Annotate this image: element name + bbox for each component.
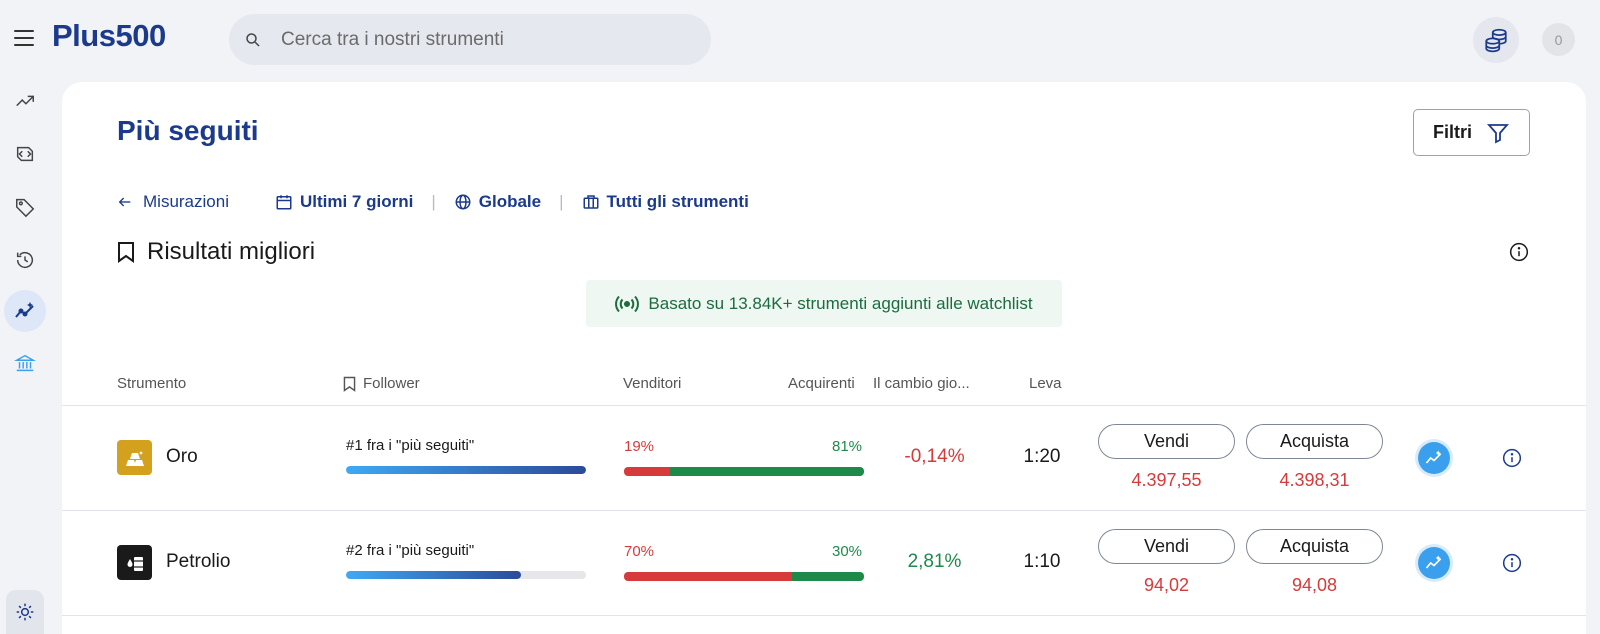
page-title: Più seguiti — [117, 115, 259, 146]
sidebar-item-positions[interactable] — [4, 133, 46, 175]
buy-button[interactable]: Acquista — [1246, 529, 1383, 564]
buy-price: 94,08 — [1291, 575, 1338, 595]
broadcast-icon — [615, 295, 640, 312]
table-row[interactable]: Petrolio #2 fra i "più seguiti" 70% 30% … — [62, 511, 1586, 616]
bookmark-icon — [343, 376, 356, 392]
sentiment-bar — [624, 467, 864, 476]
coins-icon — [1485, 28, 1507, 53]
theme-toggle[interactable] — [6, 590, 44, 634]
instruments-filter[interactable]: Tutti gli strumenti — [582, 192, 749, 212]
insights-icon — [15, 302, 34, 318]
history-icon — [16, 252, 34, 269]
filters-button[interactable]: Filtri — [1413, 109, 1530, 156]
buyers-percent: 30% — [832, 543, 863, 560]
insights-button[interactable] — [1418, 442, 1450, 474]
tag-icon — [16, 198, 35, 218]
header-sellers[interactable]: Venditori — [623, 375, 681, 392]
trend-up-icon — [16, 95, 34, 107]
section-title: Risultati migliori — [117, 238, 315, 266]
search-box[interactable] — [229, 14, 711, 65]
insights-button[interactable] — [1418, 547, 1450, 579]
info-banner: Basato su 13.84K+ strumenti aggiunti all… — [586, 280, 1062, 327]
buyers-bar — [669, 467, 864, 476]
buy-button[interactable]: Acquista — [1246, 424, 1383, 459]
sentiment-bar — [624, 572, 864, 581]
search-icon — [246, 32, 260, 47]
daily-change: 2,81% — [907, 551, 962, 572]
instrument-name[interactable]: Petrolio — [166, 551, 230, 573]
sell-price: 94,02 — [1143, 575, 1190, 595]
follower-bar — [346, 571, 586, 579]
back-link-label: Misurazioni — [143, 192, 229, 211]
buyers-percent: 81% — [832, 438, 863, 455]
info-icon[interactable] — [1502, 448, 1522, 468]
daily-change: -0,14% — [904, 446, 965, 467]
avatar[interactable]: 0 — [1542, 23, 1575, 56]
sellers-percent: 70% — [624, 543, 655, 560]
instrument-name[interactable]: Oro — [166, 446, 198, 468]
region-filter[interactable]: Globale — [454, 192, 541, 212]
swap-icon — [16, 146, 34, 162]
filter-bar: Misurazioni Ultimi 7 giorni | Globale | … — [117, 190, 749, 214]
calendar-icon — [276, 195, 292, 210]
sellers-bar — [624, 572, 792, 581]
globe-icon — [455, 194, 471, 210]
briefcase-icon — [583, 195, 599, 209]
buyers-bar — [792, 572, 864, 581]
period-filter[interactable]: Ultimi 7 giorni — [275, 192, 413, 212]
oil-barrel-icon — [117, 545, 152, 580]
table-row[interactable]: Oro #1 fra i "più seguiti" 19% 81% -0,14… — [62, 406, 1586, 511]
header-instrument[interactable]: Strumento — [117, 375, 186, 392]
leverage: 1:20 — [1023, 446, 1061, 467]
header-daily-change[interactable]: Il cambio gio... — [873, 375, 970, 392]
separator: | — [431, 192, 436, 211]
bank-icon — [14, 354, 36, 372]
buy-price: 4.398,31 — [1279, 470, 1350, 490]
filter-icon — [1487, 123, 1509, 143]
search-input[interactable] — [281, 28, 681, 51]
menu-icon[interactable] — [14, 30, 34, 46]
sun-icon — [16, 603, 34, 621]
separator: | — [559, 192, 564, 211]
gold-bars-icon — [117, 440, 152, 475]
sidebar-item-history[interactable] — [4, 239, 46, 281]
banner-text: Basato su 13.84K+ strumenti aggiunti all… — [648, 293, 1033, 313]
funds-button[interactable] — [1473, 17, 1519, 63]
sidebar — [0, 80, 50, 634]
header-leverage[interactable]: Leva — [1029, 375, 1062, 392]
main-card: Più seguiti Filtri Misurazioni Ultimi 7 … — [62, 82, 1586, 634]
header-followers[interactable]: Follower — [363, 375, 420, 392]
leverage: 1:10 — [1023, 551, 1061, 572]
follower-bar-fill — [346, 466, 586, 474]
sidebar-item-trade[interactable] — [4, 80, 46, 122]
follower-bar — [346, 466, 586, 474]
back-link[interactable]: Misurazioni — [117, 192, 229, 212]
insights-icon — [1425, 555, 1442, 569]
filters-label: Filtri — [1433, 122, 1472, 142]
period-filter-label: Ultimi 7 giorni — [299, 192, 414, 211]
header-buyers[interactable]: Acquirenti — [788, 375, 855, 392]
table-header: Strumento Follower Venditori Acquirenti … — [62, 370, 1586, 406]
follower-rank: #1 fra i "più seguiti" — [346, 437, 475, 454]
instruments-filter-label: Tutti gli strumenti — [606, 192, 749, 211]
info-icon[interactable] — [1509, 242, 1529, 262]
region-filter-label: Globale — [478, 192, 542, 211]
section-title-text: Risultati migliori — [147, 238, 316, 265]
sellers-percent: 19% — [624, 438, 655, 455]
sell-price: 4.397,55 — [1131, 470, 1202, 490]
sell-button[interactable]: Vendi — [1098, 424, 1235, 459]
top-bar: Plus500 0 — [0, 0, 1600, 80]
sidebar-item-insights[interactable] — [4, 290, 46, 332]
info-icon[interactable] — [1502, 553, 1522, 573]
sell-button[interactable]: Vendi — [1098, 529, 1235, 564]
follower-rank: #2 fra i "più seguiti" — [346, 542, 475, 559]
follower-bar-fill — [346, 571, 522, 579]
sidebar-item-orders[interactable] — [4, 186, 46, 228]
bookmark-icon — [118, 242, 134, 263]
sidebar-item-bank[interactable] — [4, 342, 46, 384]
insights-icon — [1425, 450, 1442, 464]
logo[interactable]: Plus500 — [52, 18, 166, 54]
arrow-left-icon — [118, 197, 131, 207]
sellers-bar — [624, 467, 670, 476]
